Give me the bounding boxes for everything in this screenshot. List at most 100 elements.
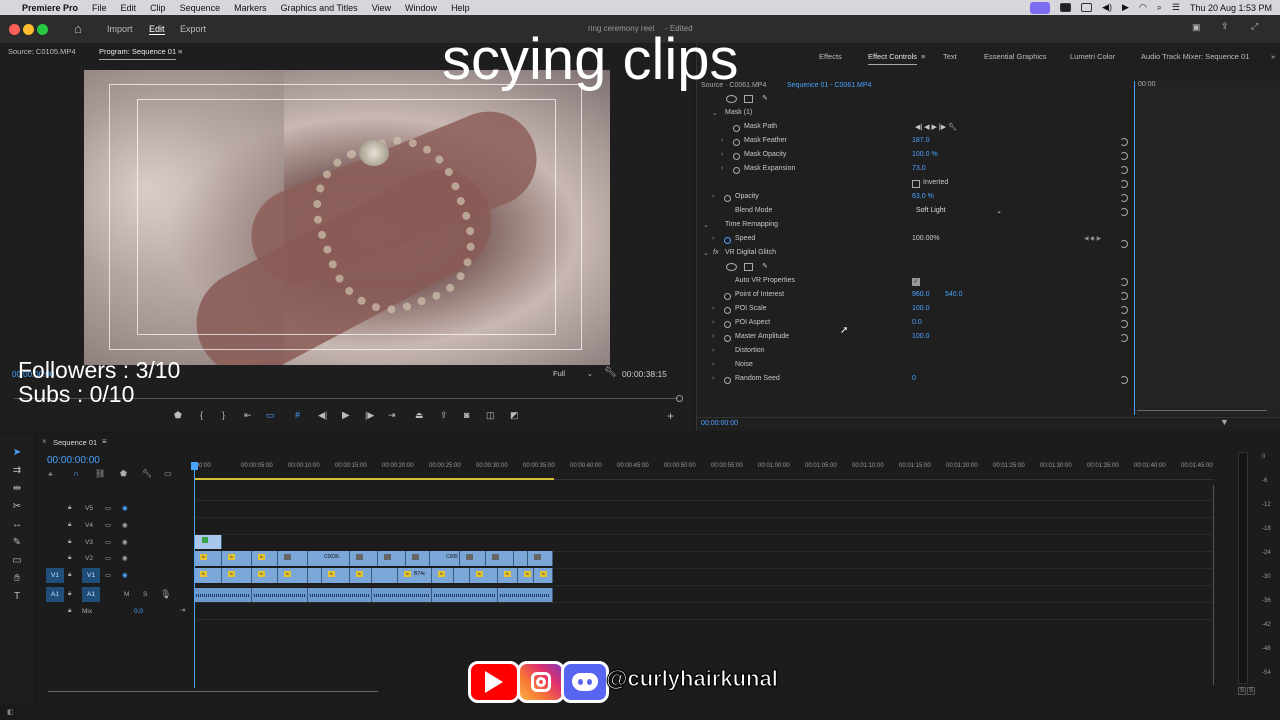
zoom-select[interactable]: Full ⌄ [553,369,595,380]
track-v5[interactable]: 🔒︎ V5 ▭ ◉ [38,501,193,518]
eye-icon[interactable]: ◉ [122,571,128,579]
row-mask-expansion[interactable]: › Mask Expansion 73.0 [700,165,1130,179]
more-tabs-icon[interactable]: » [1271,52,1275,61]
screen-record-icon[interactable] [1030,1,1051,14]
menu-markers[interactable]: Markers [234,3,267,13]
lock-icon[interactable]: 🔒︎ [68,571,71,579]
row-point-of-interest[interactable]: Point of Interest 960.0 540.0 [700,291,1130,305]
v2-clip[interactable]: fx [222,551,252,566]
row-distortion[interactable]: › Distortion [700,347,1130,361]
chevron-down-icon[interactable]: ⌄ [712,109,718,117]
mute-button[interactable]: M [124,591,129,598]
v2-clip[interactable] [460,551,486,566]
opacity-value[interactable]: 63.0 % [912,193,934,200]
v3-clip[interactable] [194,535,222,549]
v1-clip[interactable]: fx [534,568,553,583]
settings-wrench-icon[interactable]: 🔧︎ [142,469,152,478]
eye-icon[interactable]: ◉ [122,538,128,546]
v2-clip[interactable]: C005 [430,551,460,566]
razor-icon[interactable]: ✂ [10,500,24,514]
menu-window[interactable]: Window [405,3,437,13]
row-mask[interactable]: ⌄ Mask (1) [700,109,1130,123]
track-a1[interactable]: A1 🔒︎ A1 M S 🎙︎ [38,587,193,604]
mix-value[interactable]: 0.0 [134,608,143,615]
monitor-scrubber-end[interactable] [676,395,683,402]
chevron-right-icon[interactable]: › [712,193,714,200]
row-mask-feather[interactable]: › Mask Feather 187.0 [700,137,1130,151]
row-vr-glitch[interactable]: ⌄ fx VR Digital Glitch [700,249,1130,263]
selection-tool-icon[interactable]: ➤ [10,446,24,460]
sync-icon[interactable]: ▭ [105,521,111,529]
source-patch-v1[interactable]: V1 [46,568,64,583]
app-menu[interactable]: Premiere Pro [22,3,78,13]
minimize-window-button[interactable] [23,24,34,35]
menu-file[interactable]: File [92,3,107,13]
stopwatch-icon[interactable] [724,307,731,314]
play-icon[interactable]: ▶ [1122,2,1129,13]
chevron-right-icon[interactable]: › [721,137,723,144]
row-blend-mode[interactable]: Blend Mode Soft Light ⌄ [700,207,1130,221]
mark-out-icon[interactable]: } [222,410,225,420]
reset-icon[interactable] [1120,306,1128,314]
rectangle-tool-icon[interactable]: ▭ [10,554,24,568]
tab-source[interactable]: Source: C0105.MP4 [8,47,76,56]
volume-icon[interactable]: ◀︎) [1102,2,1112,13]
close-window-button[interactable] [9,24,20,35]
pen-mask-icon[interactable]: ✎ [762,262,768,270]
a1-clip[interactable] [194,588,252,602]
slip-icon[interactable]: ↔ [10,518,24,532]
type-tool-icon[interactable]: T [10,590,24,604]
mask-track-controls-icon[interactable]: ◀| ◀ ▶ |▶ 🔧︎ [915,123,957,131]
work-area-bar[interactable] [194,478,554,480]
v1-clip[interactable] [308,568,322,583]
mask-expansion-value[interactable]: 73.0 [912,165,926,172]
tab-audio-mixer[interactable]: Audio Track Mixer: Sequence 01 [1141,52,1249,61]
auto-vr-checkbox[interactable]: ✓ [912,278,920,286]
wrench-icon[interactable]: 🔧︎ [604,367,617,378]
filter-icon[interactable]: ▼ [1220,417,1229,427]
v2-clip[interactable] [514,551,528,566]
a1-clip[interactable] [432,588,498,602]
lock-icon[interactable]: 🔒︎ [68,554,71,562]
hand-tool-icon[interactable]: ✋︎ [10,572,24,586]
menu-edit[interactable]: Edit [121,3,137,13]
chevron-down-icon[interactable]: ⌄ [703,249,709,257]
row-mask-path[interactable]: Mask Path ◀| ◀ ▶ |▶ 🔧︎ [700,123,1130,137]
reset-icon[interactable] [1120,194,1128,202]
timeline-close-icon[interactable]: × [42,437,47,446]
magnet-icon[interactable]: ∩ [73,469,79,478]
reset-icon[interactable] [1120,334,1128,342]
clock[interactable]: Thu 20 Aug 1:53 PM [1190,3,1272,13]
stopwatch-icon[interactable] [724,321,731,328]
v1-clip[interactable]: fx [518,568,534,583]
track-v3[interactable]: 🔒︎ V3 ▭ ◉ [38,535,193,552]
chevron-right-icon[interactable]: › [712,235,714,242]
timeline-hscroll[interactable] [48,691,378,692]
poi-aspect-value[interactable]: 0.0 [912,319,922,326]
track-v1[interactable]: V1 🔒︎ V1 ▭ ◉ [38,568,193,585]
v1-clip[interactable]: fx [470,568,498,583]
keyframe-nav-icon[interactable]: ◀ ◆ ▶ [1084,235,1101,242]
status-icon[interactable]: ◧ [7,708,14,716]
reset-icon[interactable] [1120,376,1128,384]
wifi-icon[interactable]: ◠ [1139,2,1147,13]
stopwatch-icon[interactable] [724,293,731,300]
reset-icon[interactable] [1120,320,1128,328]
track-select-icon[interactable]: ⇉ [10,464,24,478]
grid-icon[interactable]: # [295,410,300,420]
solo-button[interactable]: S [143,591,147,598]
go-to-out-icon[interactable]: ⇥ [388,410,396,421]
lock-icon[interactable]: 🔒︎ [68,504,71,512]
v1-clip[interactable]: fx [322,568,350,583]
rect-mask-icon[interactable] [744,95,753,103]
add-marker-icon[interactable]: ⬟ [120,469,127,478]
menu-graphics[interactable]: Graphics and Titles [281,3,358,13]
source-patch-a1[interactable]: A1 [46,587,64,602]
safe-margins-icon[interactable]: ▭ [266,410,275,421]
tab-effect-controls[interactable]: Effect Controls [868,52,918,65]
control-center-icon[interactable]: ☰ [1172,2,1180,13]
edit-tab[interactable]: Edit [149,24,165,35]
a1-clip[interactable] [252,588,308,602]
blend-mode-select[interactable]: Soft Light ⌄ [912,207,1004,217]
row-auto-vr[interactable]: Auto VR Properties ✓ [700,277,1130,291]
